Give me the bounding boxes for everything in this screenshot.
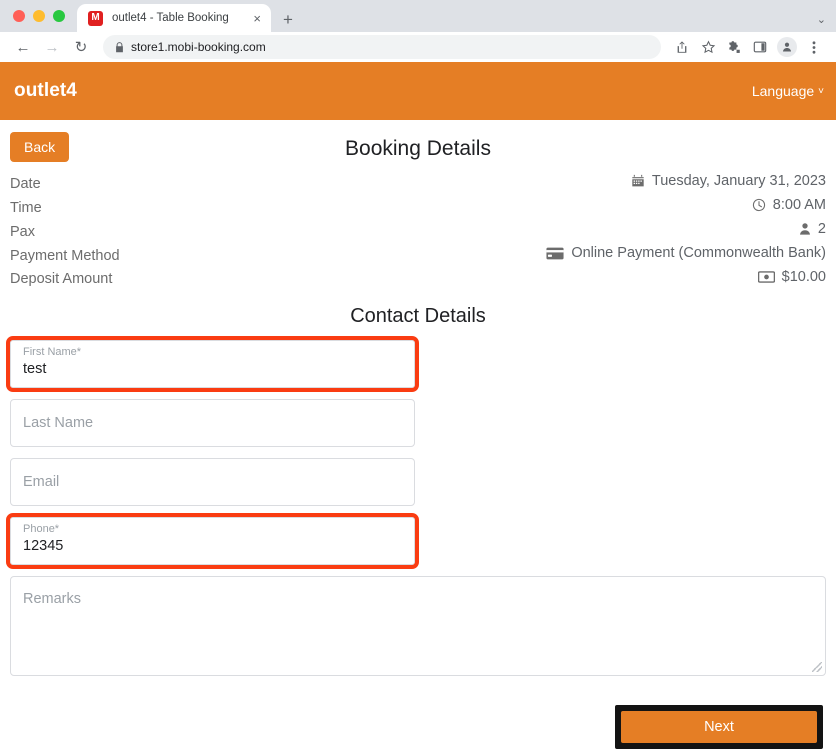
detail-label: Pax (10, 224, 35, 240)
contact-form: First Name* test Last Name Email Phone* … (6, 335, 826, 687)
page-title: Booking Details (345, 137, 491, 160)
close-tab-icon[interactable]: × (251, 12, 263, 25)
detail-value: $10.00 (781, 268, 826, 285)
bookmark-star-icon[interactable] (696, 35, 720, 59)
email-placeholder: Email (23, 473, 60, 490)
detail-value: Online Payment (Commonwealth Bank) (571, 245, 826, 261)
language-label: Language (751, 83, 815, 99)
window-controls (10, 0, 77, 32)
booking-detail-row-time: Time 8:00 AM (10, 194, 826, 218)
browser-tab[interactable]: M outlet4 - Table Booking × (77, 4, 271, 32)
detail-label: Date (10, 176, 41, 192)
address-bar[interactable]: store1.mobi-booking.com (103, 35, 661, 59)
booking-header-row: Back Booking Details (10, 132, 826, 170)
side-panel-icon[interactable] (748, 35, 772, 59)
calendar-icon (631, 174, 645, 188)
toolbar-icons (670, 35, 826, 59)
phone-value: 12345 (23, 537, 64, 554)
remarks-field-wrap: Remarks (10, 575, 826, 676)
next-button-highlight: Next (615, 704, 823, 749)
site-header: outlet4 Language ˅ (0, 62, 836, 120)
person-icon (799, 222, 811, 236)
detail-label: Payment Method (10, 247, 120, 264)
next-button-area: Next (10, 704, 826, 749)
detail-label: Time (10, 200, 42, 216)
money-icon (757, 270, 775, 283)
booking-detail-row-date: Date Tuesday, January 31, 2023 (10, 170, 826, 194)
phone-label: Phone* (23, 522, 60, 535)
clock-icon (752, 198, 766, 212)
remarks-placeholder: Remarks (23, 590, 82, 607)
detail-value-group: 2 (799, 221, 826, 237)
forward-nav-icon[interactable]: → (39, 34, 65, 60)
contact-details-title: Contact Details (350, 304, 486, 327)
resize-handle[interactable] (812, 661, 822, 672)
email-input[interactable]: Email (10, 457, 415, 506)
remarks-input[interactable]: Remarks (10, 575, 826, 676)
reload-icon[interactable]: ↻ (68, 34, 94, 60)
share-icon[interactable] (670, 35, 694, 59)
last-name-placeholder: Last Name (23, 414, 94, 431)
credit-card-icon (546, 247, 564, 260)
phone-field-wrap: Phone* 12345 (6, 512, 419, 569)
profile-avatar-icon[interactable] (777, 37, 797, 57)
extensions-puzzle-icon[interactable] (722, 35, 746, 59)
last-name-input[interactable]: Last Name (10, 398, 415, 447)
page-content: Back Booking Details Date Tuesday, Janua… (0, 132, 836, 750)
detail-value-group: $10.00 (757, 268, 826, 285)
first-name-label: First Name* (23, 345, 82, 358)
minimize-window-button[interactable] (33, 10, 45, 22)
detail-value: 8:00 AM (772, 197, 826, 213)
last-name-field-wrap: Last Name (10, 398, 415, 447)
detail-value-group: Online Payment (Commonwealth Bank) (546, 245, 826, 261)
language-selector[interactable]: Language ˅ (752, 83, 824, 99)
booking-details-list: Date Tuesday, January 31, 2023 Time 8:00… (10, 170, 826, 289)
chevron-down-icon: ˅ (818, 85, 824, 97)
tab-strip: M outlet4 - Table Booking × + ⌄ (0, 0, 836, 32)
first-name-field-wrap: First Name* test (6, 335, 419, 392)
lock-icon (115, 41, 124, 53)
booking-detail-row-deposit: Deposit Amount $10.00 (10, 266, 826, 289)
web-page: outlet4 Language ˅ Back Booking Details … (0, 62, 836, 750)
site-brand: outlet4 (14, 80, 77, 101)
booking-detail-row-payment-method: Payment Method Online Payment (Commonwea… (10, 242, 826, 266)
detail-value: Tuesday, January 31, 2023 (651, 173, 826, 189)
browser-chrome: M outlet4 - Table Booking × + ⌄ ← → ↻ st… (0, 0, 836, 62)
close-window-button[interactable] (13, 10, 25, 22)
detail-value-group: 8:00 AM (752, 197, 826, 213)
back-button[interactable]: Back (10, 132, 70, 162)
phone-input[interactable]: Phone* 12345 (6, 512, 419, 569)
url-text: store1.mobi-booking.com (131, 40, 266, 54)
favicon-icon: M (88, 10, 103, 26)
back-nav-icon[interactable]: ← (10, 34, 36, 60)
tab-title: outlet4 - Table Booking (112, 12, 229, 24)
detail-value-group: Tuesday, January 31, 2023 (631, 173, 826, 189)
browser-toolbar: ← → ↻ store1.mobi-booking.com (0, 32, 836, 62)
booking-detail-row-pax: Pax 2 (10, 218, 826, 242)
detail-label: Deposit Amount (10, 270, 113, 287)
next-button[interactable]: Next (621, 710, 817, 743)
email-field-wrap: Email (10, 457, 415, 506)
first-name-input[interactable]: First Name* test (6, 335, 419, 392)
new-tab-button[interactable]: + (283, 11, 293, 28)
tab-list-chevron-icon[interactable]: ⌄ (817, 13, 826, 26)
three-dot-menu-icon[interactable] (802, 35, 826, 59)
maximize-window-button[interactable] (53, 10, 65, 22)
first-name-value: test (23, 360, 47, 377)
detail-value: 2 (817, 221, 826, 237)
